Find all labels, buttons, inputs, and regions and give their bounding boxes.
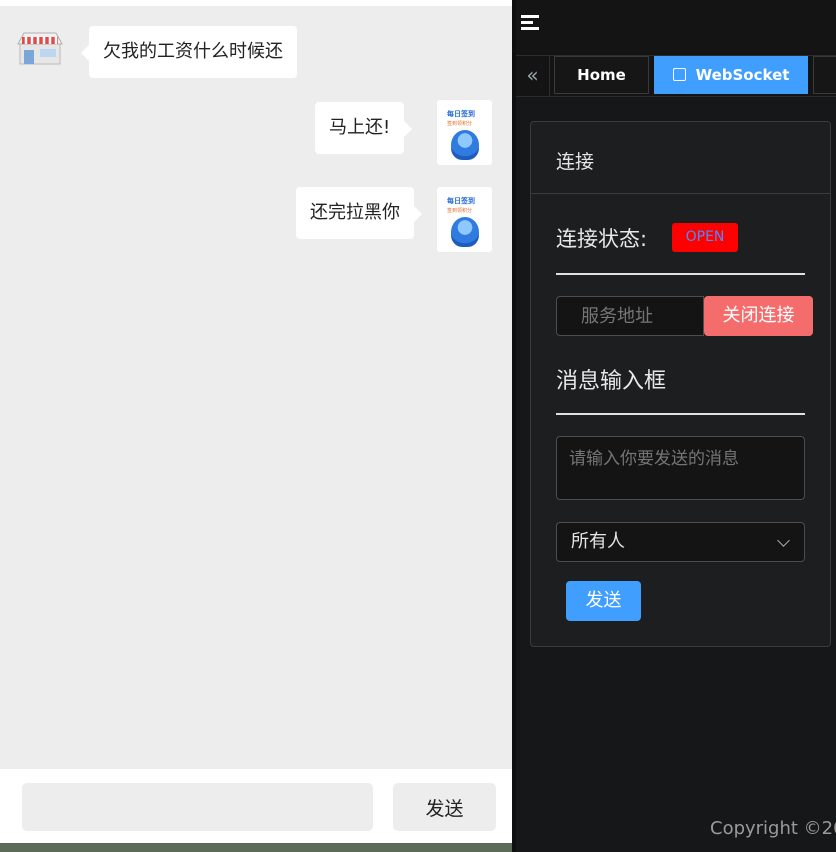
avatar-illustration [451,217,479,247]
tab-more[interactable] [813,56,836,94]
avatar-card-subtitle: 签到领积分 [447,208,473,214]
connection-card: 连接 连接状态: OPEN 关闭连接 消息输入框 所有人 发送 [530,121,831,647]
recipient-select-value: 所有人 [571,531,625,552]
tab-home[interactable]: Home [554,56,649,94]
recipient-select[interactable]: 所有人 [556,522,805,562]
chat-bubble-outgoing: 还完拉黑你 [296,187,422,239]
admin-panel: « Home WebSocket 连接 连接状态: OPEN 关闭连接 消息输入… [516,0,836,852]
chat-message-text: 还完拉黑你 [310,202,400,223]
close-connection-button[interactable]: 关闭连接 [704,296,813,336]
tab-label: WebSocket [695,66,790,84]
message-textarea[interactable] [556,436,805,500]
service-url-input[interactable] [556,296,704,336]
chevron-down-icon [777,534,790,547]
chat-bubble-outgoing: 马上还! [315,102,413,154]
user-avatar: 每日签到 签到领积分 [437,187,492,252]
chat-bubble-incoming: 欠我的工资什么时候还 [81,26,297,78]
chat-message-text: 马上还! [329,117,391,138]
window-bottom-strip [0,843,512,852]
send-message-button[interactable]: 发送 [566,581,641,621]
chat-footer: 发送 [0,769,512,849]
divider [556,273,805,275]
user-avatar: 每日签到 签到领积分 [437,100,492,165]
status-badge: OPEN [672,223,738,252]
avatar-illustration [451,130,479,160]
message-section-title: 消息输入框 [556,369,667,394]
tabs-bar: « Home WebSocket [516,56,836,97]
connection-status-label: 连接状态: [556,227,648,251]
tab-label: Home [577,66,626,84]
avatar-card-title: 每日签到 [447,197,475,205]
copyright-text: Copyright ©20 [710,818,836,839]
shop-icon [17,32,63,65]
avatar-card-subtitle: 签到领积分 [447,121,473,127]
link-icon [672,68,686,81]
chat-panel: 欠我的工资什么时候还 马上还! 每日签到 签到领积分 还完拉黑你 每日签到 签到… [0,0,512,849]
divider [556,413,805,415]
avatar-card-title: 每日签到 [447,110,475,118]
chat-send-button[interactable]: 发送 [393,783,496,831]
double-chevron-left-icon[interactable]: « [516,56,550,96]
tab-websocket[interactable]: WebSocket [654,56,808,94]
card-header: 连接 [531,122,830,194]
chat-message-text: 欠我的工资什么时候还 [103,41,283,62]
menu-fold-icon[interactable] [521,15,539,31]
card-title: 连接 [556,151,595,173]
top-bar [516,0,836,56]
chat-message-input[interactable] [22,783,373,831]
